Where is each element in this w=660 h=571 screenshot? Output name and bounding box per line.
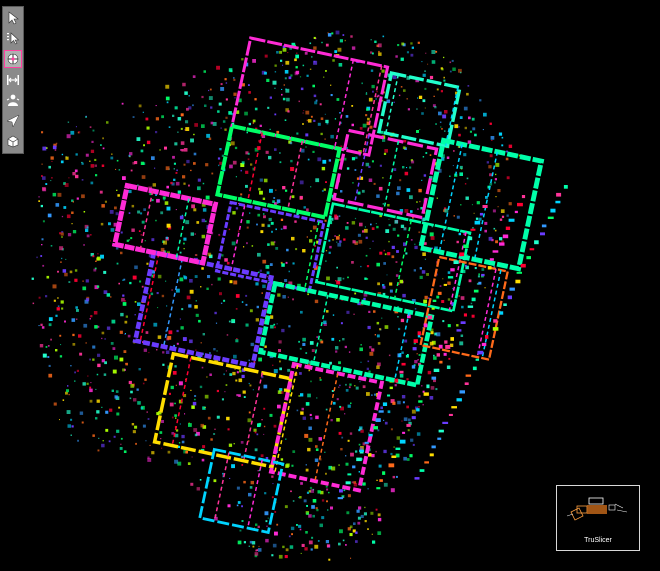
point-cloud-viewport[interactable]: TruSlicer <box>0 0 660 571</box>
point-cloud-structures <box>111 36 545 535</box>
multi-select-tool-button[interactable] <box>4 30 22 48</box>
point-cloud-scatter <box>31 30 521 561</box>
fly-navigate-icon <box>6 114 20 128</box>
walk-tool-button[interactable] <box>4 91 22 109</box>
select-arrow-icon <box>8 11 19 25</box>
truslicer-minimap[interactable]: TruSlicer <box>556 485 640 551</box>
orbit-tool-button[interactable] <box>4 50 22 68</box>
slice-tool-button[interactable] <box>4 132 22 150</box>
slice-box-icon <box>7 135 19 148</box>
walk-person-icon <box>6 94 20 107</box>
measure-tool-button[interactable] <box>4 71 22 89</box>
minimap-footprint <box>566 497 628 521</box>
navigation-toolbar <box>2 6 24 154</box>
orbit-navigate-icon <box>7 53 19 65</box>
select-tool-button[interactable] <box>4 9 22 27</box>
measure-distance-icon <box>7 74 19 85</box>
multi-select-icon <box>7 32 20 45</box>
fly-tool-button[interactable] <box>4 112 22 130</box>
minimap-label: TruSlicer <box>584 537 612 544</box>
point-cloud-parking-rows <box>337 185 568 500</box>
